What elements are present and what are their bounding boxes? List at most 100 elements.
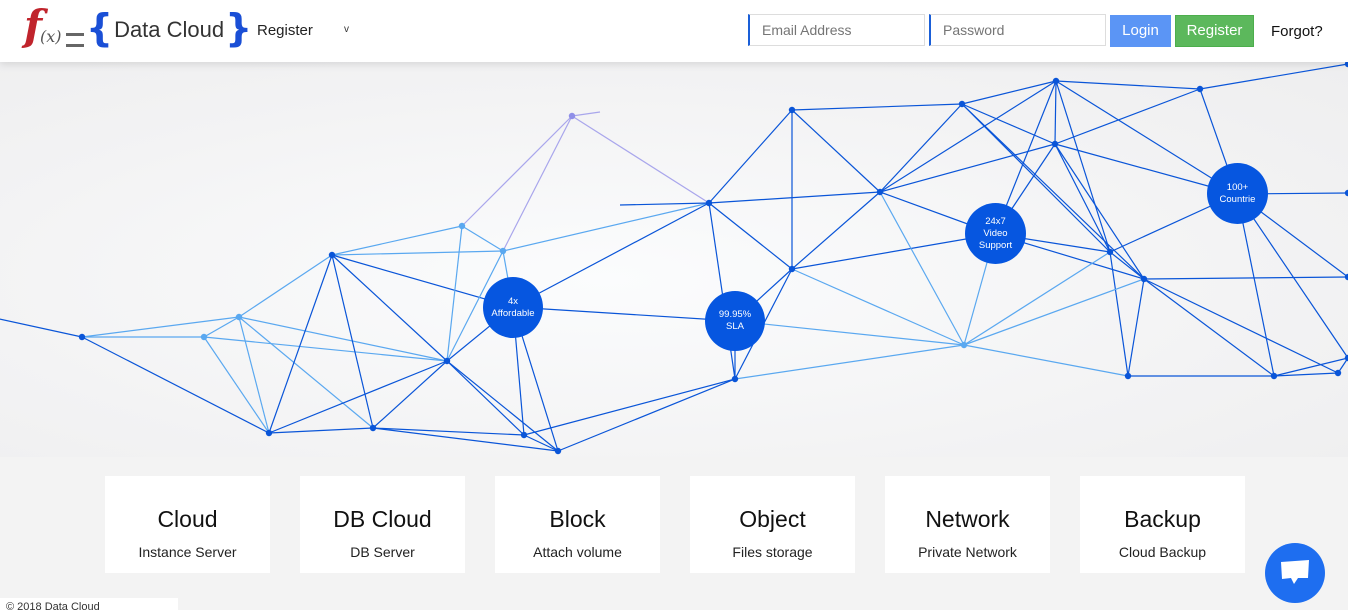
network-node	[499, 247, 507, 255]
network-edge	[1143, 278, 1339, 374]
network-edge	[461, 225, 504, 252]
network-edge	[238, 316, 374, 429]
network-edge	[203, 336, 448, 362]
bubble-countries: 100+ Countrie	[1207, 163, 1268, 224]
network-edge	[446, 360, 525, 436]
network-edge	[961, 80, 1057, 105]
network-edge	[791, 103, 963, 111]
network-node	[705, 199, 713, 207]
login-button[interactable]: Login	[1110, 15, 1171, 47]
network-edge	[791, 268, 965, 346]
network-node	[328, 251, 336, 259]
network-edge	[963, 278, 1145, 346]
network-edge	[1143, 276, 1348, 280]
network-node	[265, 429, 273, 437]
service-card-backup[interactable]: Backup Cloud Backup	[1080, 476, 1245, 573]
bubble-sla: 99.95% SLA	[705, 291, 765, 351]
network-edge	[502, 115, 573, 252]
network-edge	[734, 344, 965, 380]
network-edge	[1054, 88, 1201, 145]
network-edge	[512, 202, 710, 308]
bubble-affordable: 4x Affordable	[483, 277, 543, 338]
network-edge	[461, 115, 573, 227]
network-edge	[0, 318, 83, 338]
chat-bubble-icon	[1281, 560, 1309, 584]
network-edge	[1054, 143, 1111, 253]
network-node	[520, 431, 528, 439]
network-edge	[879, 191, 965, 346]
network-edge	[791, 233, 996, 270]
network-edge	[1127, 278, 1145, 377]
hero-network-graphic: 4x Affordable 99.95% SLA 24x7 Video Supp…	[0, 62, 1348, 457]
network-edge	[372, 360, 448, 429]
network-edge	[1109, 251, 1145, 280]
network-edge	[1054, 80, 1057, 145]
network-edge	[1055, 80, 1201, 90]
brand-name: Data Cloud	[114, 17, 225, 42]
network-lines	[0, 62, 1348, 455]
network-edge	[238, 316, 270, 434]
network-edge	[708, 191, 881, 204]
network-edge	[238, 316, 448, 362]
network-node	[235, 313, 243, 321]
network-edge	[791, 109, 881, 193]
network-edge	[1199, 63, 1348, 90]
service-card-object[interactable]: Object Files storage	[690, 476, 855, 573]
network-edge	[372, 427, 525, 436]
network-edge	[961, 103, 1056, 145]
footer-copyright: © 2018 Data Cloud	[0, 598, 178, 610]
nav-register-dropdown[interactable]: Register	[257, 22, 313, 39]
service-card-cloud[interactable]: Cloud Instance Server	[105, 476, 270, 573]
network-node	[200, 333, 208, 341]
network-edge	[446, 225, 463, 362]
email-input[interactable]	[748, 14, 925, 46]
chat-button[interactable]	[1265, 543, 1325, 603]
network-edge	[1055, 80, 1111, 253]
network-edge	[879, 80, 1057, 193]
network-edge	[238, 254, 333, 318]
network-edge	[708, 109, 793, 204]
network-node	[960, 341, 968, 349]
network-node	[731, 375, 739, 383]
network-node	[568, 112, 576, 120]
network-edge	[81, 316, 240, 338]
open-brace: {	[86, 6, 114, 50]
network-edge	[331, 225, 463, 256]
network-edge	[81, 336, 270, 434]
fx-logo-icon: f (x)	[22, 1, 86, 53]
password-input[interactable]	[929, 14, 1106, 46]
network-edge	[708, 202, 793, 270]
network-node	[958, 100, 966, 108]
network-edge	[331, 254, 374, 429]
network-edge	[203, 336, 270, 434]
network-edge	[268, 360, 448, 434]
network-node	[369, 424, 377, 432]
network-node	[78, 333, 86, 341]
network-node	[788, 265, 796, 273]
network-node	[1124, 372, 1132, 380]
network-edge	[1055, 80, 1238, 195]
network-edge	[446, 360, 559, 452]
network-edge	[619, 202, 710, 206]
logo[interactable]: f (x) { Data Cloud }	[22, 1, 252, 54]
service-card-block[interactable]: Block Attach volume	[495, 476, 660, 573]
forgot-password-link[interactable]: Forgot?	[1271, 23, 1323, 40]
service-card-db-cloud[interactable]: DB Cloud DB Server	[300, 476, 465, 573]
header: f (x) { Data Cloud } Register v Login Re…	[0, 0, 1348, 62]
network-edge	[571, 115, 710, 204]
network-edge	[791, 191, 881, 270]
service-card-network[interactable]: Network Private Network	[885, 476, 1050, 573]
network-edge	[512, 306, 736, 322]
bubble-video-support: 24x7 Video Support	[965, 203, 1026, 264]
network-node	[1051, 140, 1059, 148]
register-button[interactable]: Register	[1175, 15, 1254, 47]
network-node	[458, 222, 466, 230]
network-edge	[372, 427, 559, 452]
network-edge	[734, 320, 965, 346]
network-edge	[203, 316, 240, 338]
chevron-down-icon[interactable]: v	[344, 24, 349, 35]
network-node	[1270, 372, 1278, 380]
network-node	[788, 106, 796, 114]
network-edge	[502, 202, 710, 252]
network-edge	[331, 250, 504, 256]
